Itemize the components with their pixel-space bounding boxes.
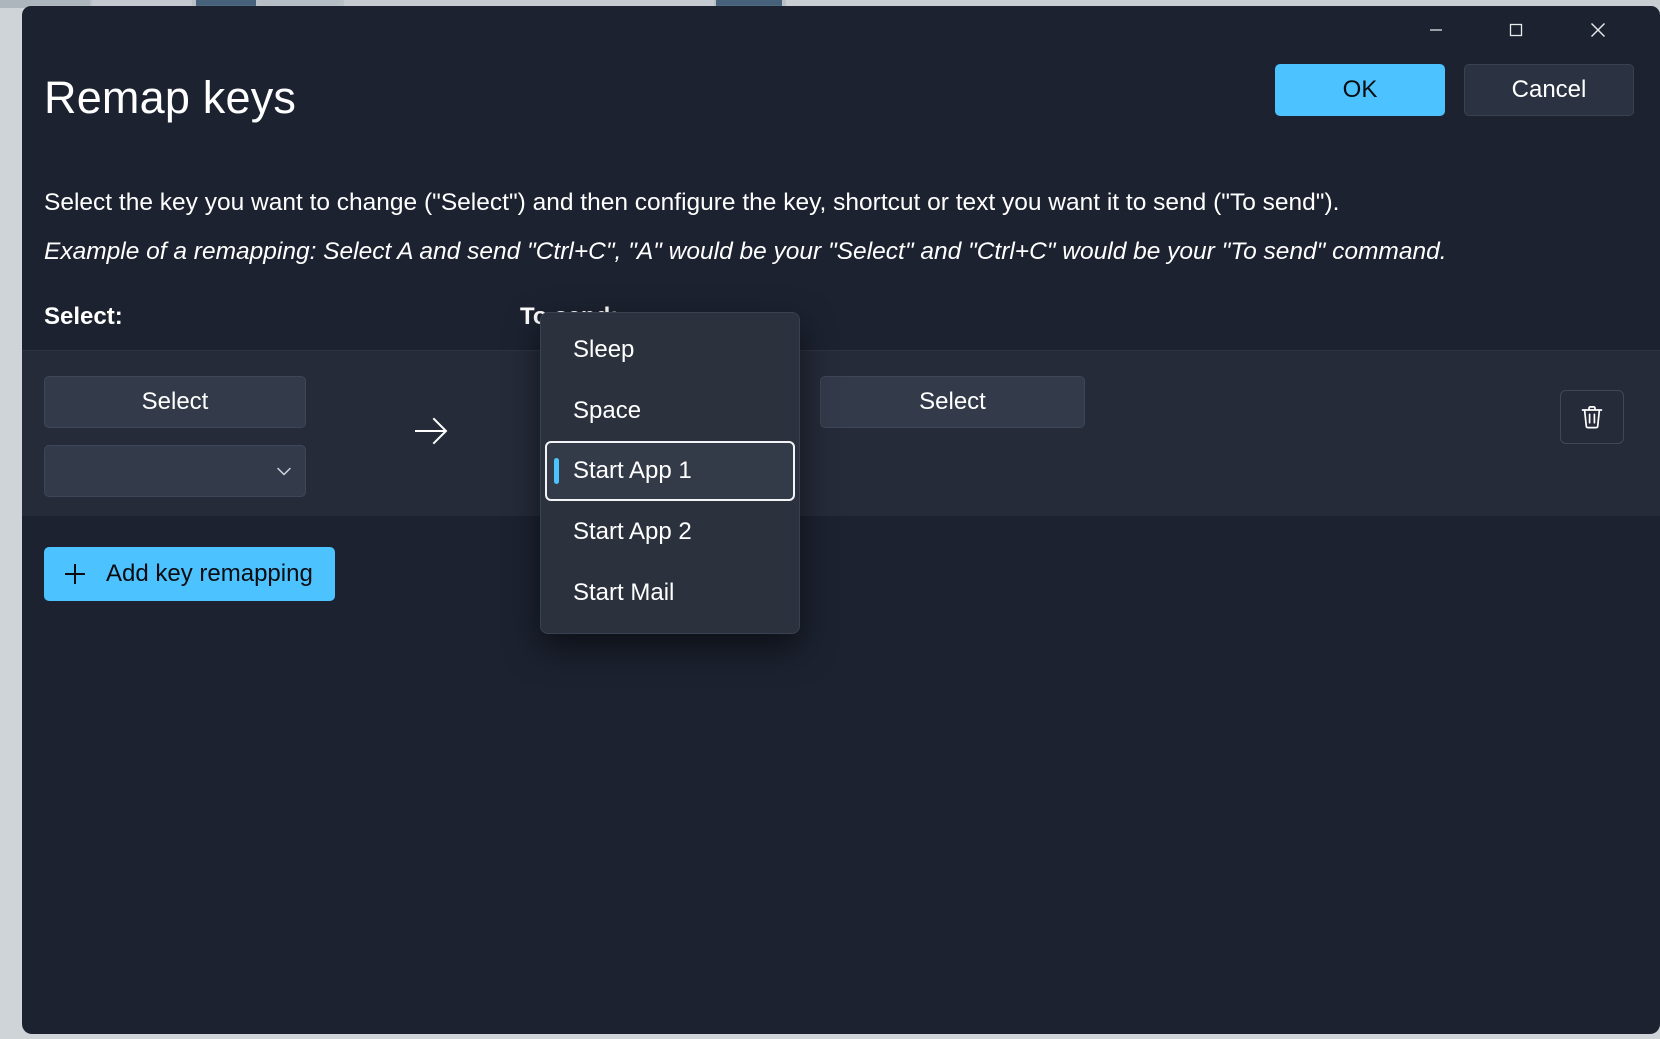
arrow-right-icon	[408, 408, 454, 454]
source-key-dropdown[interactable]	[44, 445, 306, 497]
selection-indicator	[554, 458, 559, 484]
close-icon[interactable]	[1566, 6, 1630, 54]
plus-icon	[62, 561, 88, 587]
title-bar	[22, 6, 1660, 56]
remap-row: Select Select	[22, 350, 1660, 516]
dropdown-item-label: Space	[573, 397, 641, 425]
delete-remapping-button[interactable]	[1560, 390, 1624, 444]
dropdown-item-label: Start App 1	[573, 457, 692, 485]
dropdown-item-label: Start Mail	[573, 579, 674, 607]
select-target-key-button[interactable]: Select	[820, 376, 1085, 428]
header-actions: OK Cancel	[1275, 64, 1634, 116]
minimize-icon[interactable]	[1404, 6, 1468, 54]
dropdown-item-sleep[interactable]: Sleep	[545, 319, 795, 380]
ok-button[interactable]: OK	[1275, 64, 1445, 116]
maximize-icon[interactable]	[1484, 6, 1548, 54]
key-dropdown-flyout: Sleep Space Start App 1 Start App 2 Star…	[540, 312, 800, 634]
dropdown-item-start-app-2[interactable]: Start App 2	[545, 501, 795, 562]
add-key-remapping-label: Add key remapping	[106, 560, 313, 588]
dropdown-item-label: Sleep	[573, 336, 634, 364]
description-line-1: Select the key you want to change ("Sele…	[44, 189, 1339, 217]
column-header-select: Select:	[44, 303, 123, 331]
dropdown-item-space[interactable]: Space	[545, 380, 795, 441]
dropdown-item-label: Start App 2	[573, 518, 692, 546]
cancel-button[interactable]: Cancel	[1464, 64, 1634, 116]
remap-keys-window: Remap keys OK Cancel Select the key you …	[22, 6, 1660, 1034]
dropdown-item-start-app-1[interactable]: Start App 1	[545, 441, 795, 501]
description-line-2: Example of a remapping: Select A and sen…	[44, 238, 1447, 266]
chevron-down-icon	[263, 460, 305, 482]
page-title: Remap keys	[44, 70, 296, 126]
dropdown-item-start-mail[interactable]: Start Mail	[545, 562, 795, 623]
add-key-remapping-button[interactable]: Add key remapping	[44, 547, 335, 601]
select-source-key-button[interactable]: Select	[44, 376, 306, 428]
trash-icon	[1577, 402, 1607, 432]
